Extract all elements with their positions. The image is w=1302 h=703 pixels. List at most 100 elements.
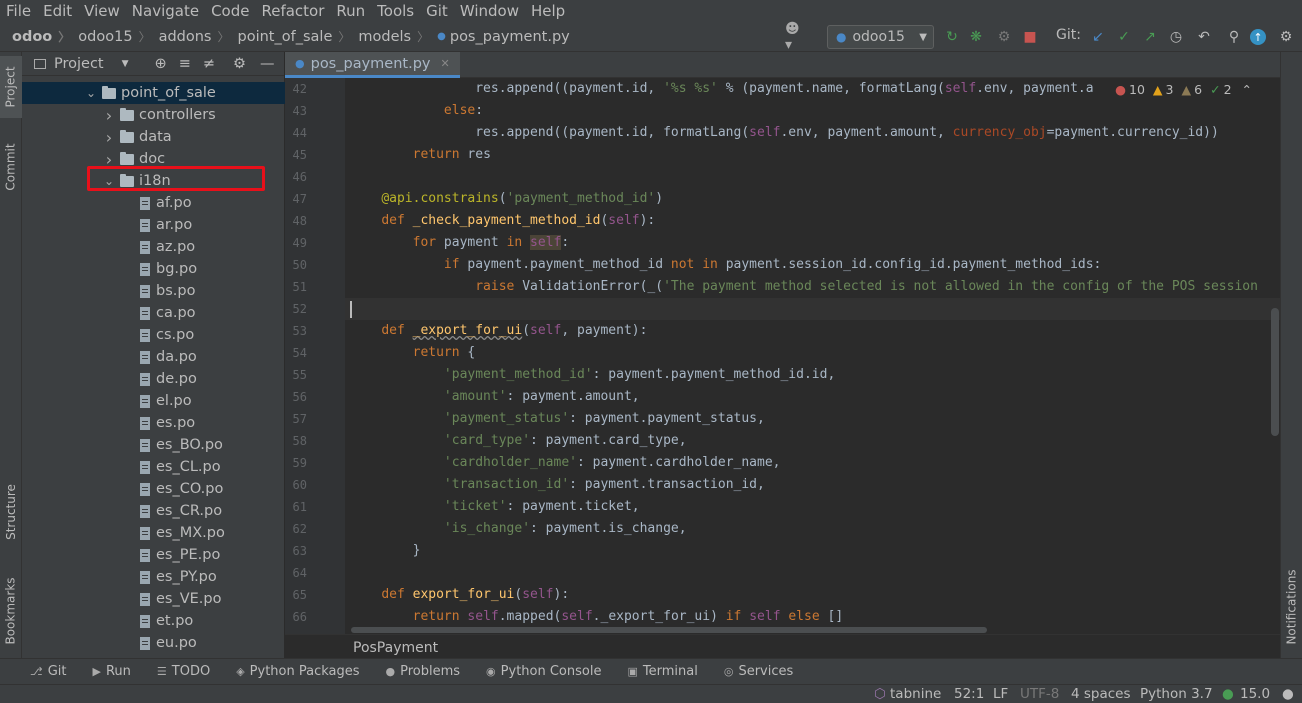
tree-file[interactable]: az.po — [22, 236, 285, 258]
bookmarks-tool-tab[interactable]: Bookmarks — [0, 566, 22, 656]
code-line[interactable]: 'cardholder_name': payment.cardholder_na… — [350, 452, 781, 474]
tree-file[interactable]: es_PE.po — [22, 544, 285, 566]
version-label[interactable]: 15.0 — [1240, 685, 1270, 703]
tree-file[interactable]: es_MX.po — [22, 522, 285, 544]
project-tool-tab[interactable]: Project — [0, 56, 22, 118]
menu-item-run[interactable]: Run — [330, 0, 371, 22]
user-icon[interactable]: ☻▾ — [785, 21, 805, 53]
tree-file[interactable]: bg.po — [22, 258, 285, 280]
tabnine-label[interactable]: tabnine — [890, 685, 941, 703]
tool-problems[interactable]: ● Problems — [386, 664, 461, 679]
tree-file[interactable]: cs.po — [22, 324, 285, 346]
code-breadcrumb[interactable]: PosPayment — [285, 634, 1280, 658]
tool-run[interactable]: ▶ Run — [92, 664, 130, 679]
hide-icon[interactable]: — — [260, 56, 275, 72]
code-line[interactable]: return { — [350, 342, 476, 364]
history-icon[interactable]: ◷ — [1166, 27, 1186, 47]
menu-item-git[interactable]: Git — [420, 0, 454, 22]
caret-position[interactable]: 52:1 — [954, 685, 984, 703]
update-icon[interactable]: ↑ — [1250, 29, 1266, 45]
tree-file[interactable]: es_CO.po — [22, 478, 285, 500]
gear-icon[interactable]: ⚙ — [233, 56, 246, 72]
breadcrumb-item[interactable]: odoo15 〉 — [70, 28, 150, 45]
python-interpreter[interactable]: Python 3.7 — [1140, 685, 1213, 703]
run-config-select[interactable]: ● odoo15 ▼ — [827, 25, 934, 49]
tool-services[interactable]: ◎ Services — [724, 664, 793, 679]
file-encoding[interactable]: UTF-8 — [1020, 685, 1059, 703]
search-icon[interactable]: ⚲ — [1224, 27, 1244, 47]
tool-terminal[interactable]: ▣ Terminal — [627, 664, 697, 679]
breadcrumb-item[interactable]: models 〉 — [350, 28, 429, 45]
code-line[interactable]: res.append((payment.id, '%s %s' % (payme… — [350, 78, 1093, 100]
git-commit-icon[interactable]: ✓ — [1114, 27, 1134, 47]
menu-item-tools[interactable]: Tools — [371, 0, 420, 22]
collapse-all-icon[interactable]: ≡ — [179, 56, 191, 72]
expand-all-icon[interactable]: ≠ — [203, 56, 215, 72]
code-line[interactable]: def export_for_ui(self): — [350, 584, 569, 606]
indent-setting[interactable]: 4 spaces — [1071, 685, 1131, 703]
chevron-down-icon[interactable]: ⌄ — [84, 86, 98, 100]
locate-icon[interactable]: ⊕ — [155, 56, 167, 72]
coverage-icon[interactable]: ⚙ — [994, 27, 1014, 47]
close-icon[interactable]: ✕ — [440, 57, 449, 70]
editor-tab-pos-payment[interactable]: ● pos_payment.py ✕ — [285, 52, 460, 78]
editor-horizontal-scrollbar[interactable] — [351, 627, 987, 633]
code-line[interactable]: 'payment_status': payment.payment_status… — [350, 408, 765, 430]
tree-file[interactable]: ar.po — [22, 214, 285, 236]
stop-icon[interactable]: ■ — [1020, 27, 1040, 47]
chevron-right-icon[interactable]: › — [102, 106, 116, 125]
code-editor[interactable]: res.append((payment.id, '%s %s' % (payme… — [345, 78, 1280, 634]
tree-file[interactable]: de.po — [22, 368, 285, 390]
settings-icon[interactable]: ⚙ — [1276, 27, 1296, 47]
code-line[interactable]: def _export_for_ui(self, payment): — [350, 320, 647, 342]
code-line[interactable]: } — [350, 540, 421, 562]
chevron-down-icon[interactable]: ▼ — [122, 59, 129, 69]
breadcrumb-item[interactable]: point_of_sale 〉 — [230, 28, 351, 45]
breadcrumb-item[interactable]: ● pos_payment.py — [429, 29, 570, 45]
code-line[interactable]: 'payment_method_id': payment.payment_met… — [350, 364, 835, 386]
code-line[interactable]: @api.constrains('payment_method_id') — [350, 188, 663, 210]
code-line[interactable]: 'is_change': payment.is_change, — [350, 518, 687, 540]
code-line[interactable]: if payment.payment_method_id not in paym… — [350, 254, 1101, 276]
menu-item-code[interactable]: Code — [205, 0, 255, 22]
menu-item-edit[interactable]: Edit — [37, 0, 78, 22]
code-line[interactable]: return self.mapped(self._export_for_ui) … — [350, 606, 844, 628]
code-line[interactable]: else: — [350, 100, 483, 122]
tree-file[interactable]: es_CR.po — [22, 500, 285, 522]
lock-icon[interactable]: ● — [1282, 685, 1294, 703]
code-line[interactable]: 'ticket': payment.ticket, — [350, 496, 640, 518]
line-separator[interactable]: LF — [993, 685, 1008, 703]
rollback-icon[interactable]: ↶ — [1194, 27, 1214, 47]
tool-python-console[interactable]: ◉ Python Console — [486, 664, 601, 679]
tree-folder[interactable]: › data — [22, 126, 285, 148]
code-line[interactable]: raise ValidationError(_('The payment met… — [350, 276, 1258, 298]
tree-folder[interactable]: › controllers — [22, 104, 285, 126]
tree-file[interactable]: es_BO.po — [22, 434, 285, 456]
tree-file[interactable]: es_PY.po — [22, 566, 285, 588]
breadcrumb-item[interactable]: addons 〉 — [151, 28, 230, 45]
tree-file[interactable]: ca.po — [22, 302, 285, 324]
menu-item-view[interactable]: View — [78, 0, 126, 22]
code-line[interactable]: 'card_type': payment.card_type, — [350, 430, 687, 452]
chevron-up-icon[interactable]: ⌃ — [1242, 82, 1252, 97]
menu-item-window[interactable]: Window — [454, 0, 525, 22]
tree-folder[interactable]: ⌄ point_of_sale — [22, 82, 285, 104]
code-line[interactable]: return res — [350, 144, 491, 166]
menu-item-file[interactable]: File — [0, 0, 37, 22]
tree-file[interactable]: el.po — [22, 390, 285, 412]
tool-git[interactable]: ⎇ Git — [30, 664, 66, 679]
breadcrumb-item[interactable]: odoo 〉 — [0, 28, 70, 45]
tree-file[interactable]: es_VE.po — [22, 588, 285, 610]
code-line[interactable]: 'transaction_id': payment.transaction_id… — [350, 474, 765, 496]
tool-todo[interactable]: ☰ TODO — [157, 664, 210, 679]
project-panel-title[interactable]: Project — [54, 56, 104, 72]
tree-file[interactable]: et.po — [22, 610, 285, 632]
tabnine-icon[interactable]: ⬡ — [874, 685, 886, 703]
tree-file[interactable]: af.po — [22, 192, 285, 214]
menu-item-navigate[interactable]: Navigate — [126, 0, 205, 22]
code-line[interactable]: 'amount': payment.amount, — [350, 386, 640, 408]
git-update-icon[interactable]: ↙ — [1088, 27, 1108, 47]
commit-tool-tab[interactable]: Commit — [0, 132, 22, 202]
tree-file[interactable]: eu.po — [22, 632, 285, 654]
code-line[interactable]: def _check_payment_method_id(self): — [350, 210, 655, 232]
